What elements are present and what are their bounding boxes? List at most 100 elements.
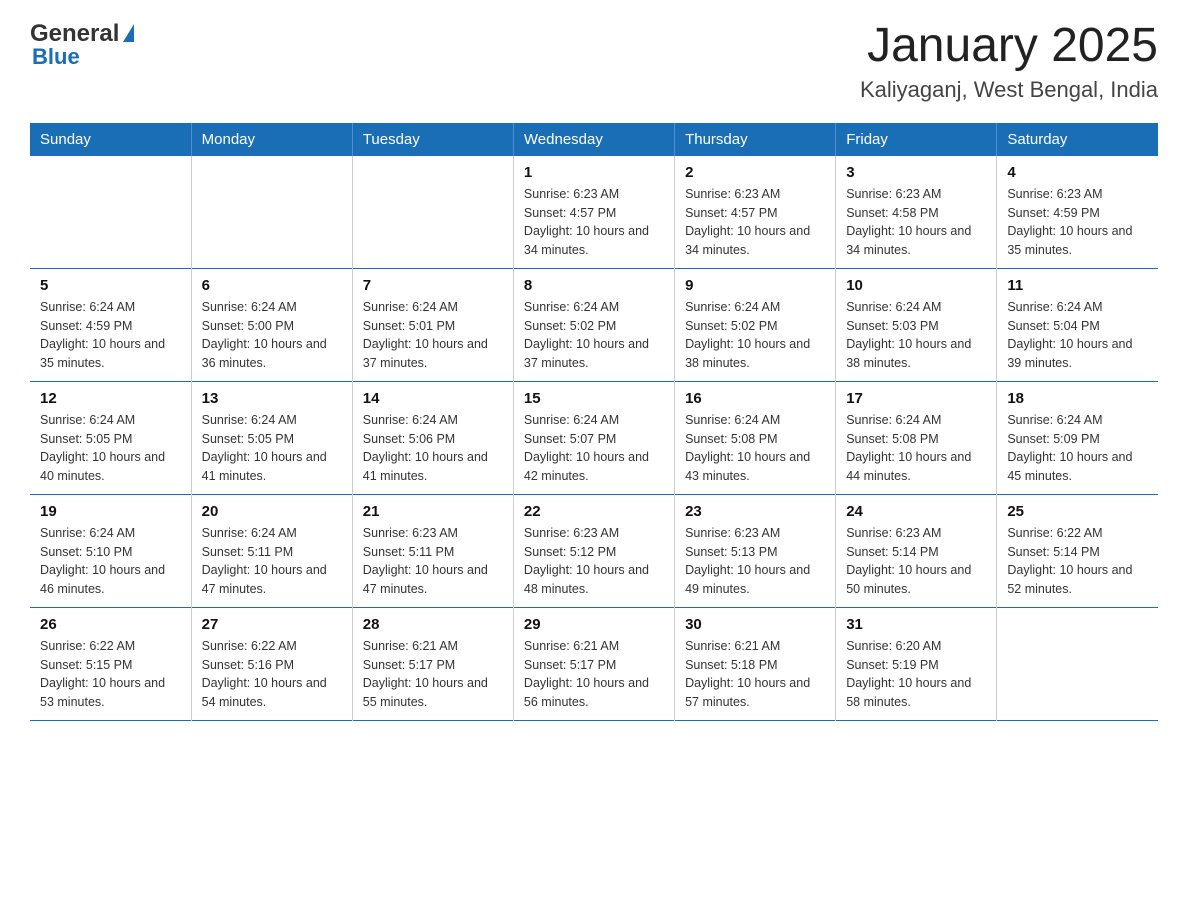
day-number: 20 [202, 503, 342, 520]
day-cell: 2Sunrise: 6:23 AM Sunset: 4:57 PM Daylig… [675, 156, 836, 269]
day-info: Sunrise: 6:21 AM Sunset: 5:17 PM Dayligh… [524, 637, 664, 712]
day-number: 17 [846, 390, 986, 407]
day-info: Sunrise: 6:23 AM Sunset: 5:13 PM Dayligh… [685, 524, 825, 599]
day-info: Sunrise: 6:24 AM Sunset: 5:00 PM Dayligh… [202, 298, 342, 373]
day-cell: 20 Sunrise: 6:24 AM Sunset: 5:11 PM Dayli… [191, 494, 352, 607]
day-number: 29 [524, 616, 664, 633]
col-tuesday: Tuesday [352, 123, 513, 156]
day-info: Sunrise: 6:24 AM Sunset: 5:05 PM Dayligh… [202, 411, 342, 486]
day-info: Sunrise: 6:23 AM Sunset: 4:57 PM Dayligh… [524, 185, 664, 260]
calendar-body: 1 Sunrise: 6:23 AM Sunset: 4:57 PM Daylig… [30, 156, 1158, 721]
day-number: 21 [363, 503, 503, 520]
day-cell: 15 Sunrise: 6:24 AM Sunset: 5:07 PM Dayli… [513, 381, 674, 494]
day-info: Sunrise: 6:23 AM Sunset: 4:58 PM Dayligh… [846, 185, 986, 260]
day-number: 24 [846, 503, 986, 520]
week-row-5: 26 Sunrise: 6:22 AM Sunset: 5:15 PM Dayli… [30, 607, 1158, 720]
logo-blue-text: Blue [32, 44, 80, 70]
day-cell: 27 Sunrise: 6:22 AM Sunset: 5:16 PM Dayli… [191, 607, 352, 720]
day-cell: 25 Sunrise: 6:22 AM Sunset: 5:14 PM Dayli… [997, 494, 1158, 607]
day-number: 1 [524, 164, 664, 181]
day-number: 23 [685, 503, 825, 520]
day-cell: 14Sunrise: 6:24 AM Sunset: 5:06 PM Dayli… [352, 381, 513, 494]
day-cell: 31 Sunrise: 6:20 AM Sunset: 5:19 PM Dayli… [836, 607, 997, 720]
day-info: Sunrise: 6:22 AM Sunset: 5:16 PM Dayligh… [202, 637, 342, 712]
day-info: Sunrise: 6:24 AM Sunset: 5:03 PM Dayligh… [846, 298, 986, 373]
week-row-3: 12Sunrise: 6:24 AM Sunset: 5:05 PM Dayli… [30, 381, 1158, 494]
week-row-1: 1 Sunrise: 6:23 AM Sunset: 4:57 PM Daylig… [30, 156, 1158, 269]
day-number: 27 [202, 616, 342, 633]
day-cell: 23 Sunrise: 6:23 AM Sunset: 5:13 PM Dayli… [675, 494, 836, 607]
day-number: 13 [202, 390, 342, 407]
day-info: Sunrise: 6:24 AM Sunset: 5:02 PM Dayligh… [685, 298, 825, 373]
day-cell: 4 Sunrise: 6:23 AM Sunset: 4:59 PM Daylig… [997, 156, 1158, 269]
day-number: 15 [524, 390, 664, 407]
day-number: 28 [363, 616, 503, 633]
day-info: Sunrise: 6:23 AM Sunset: 5:11 PM Dayligh… [363, 524, 503, 599]
day-cell: 26 Sunrise: 6:22 AM Sunset: 5:15 PM Dayli… [30, 607, 191, 720]
week-row-2: 5 Sunrise: 6:24 AM Sunset: 4:59 PM Daylig… [30, 268, 1158, 381]
page-header: General Blue January 2025 Kaliyaganj, We… [30, 20, 1158, 103]
day-cell: 7 Sunrise: 6:24 AM Sunset: 5:01 PM Daylig… [352, 268, 513, 381]
day-number: 7 [363, 277, 503, 294]
col-friday: Friday [836, 123, 997, 156]
day-cell: 3 Sunrise: 6:23 AM Sunset: 4:58 PM Daylig… [836, 156, 997, 269]
day-cell [191, 156, 352, 269]
day-info: Sunrise: 6:22 AM Sunset: 5:14 PM Dayligh… [1007, 524, 1148, 599]
day-cell: 12Sunrise: 6:24 AM Sunset: 5:05 PM Dayli… [30, 381, 191, 494]
day-info: Sunrise: 6:24 AM Sunset: 5:01 PM Dayligh… [363, 298, 503, 373]
day-info: Sunrise: 6:22 AM Sunset: 5:15 PM Dayligh… [40, 637, 181, 712]
header-row: Sunday Monday Tuesday Wednesday Thursday… [30, 123, 1158, 156]
col-monday: Monday [191, 123, 352, 156]
day-cell [30, 156, 191, 269]
calendar-table: Sunday Monday Tuesday Wednesday Thursday… [30, 123, 1158, 721]
day-cell: 29 Sunrise: 6:21 AM Sunset: 5:17 PM Dayli… [513, 607, 674, 720]
page-title: January 2025 [860, 20, 1158, 73]
day-info: Sunrise: 6:24 AM Sunset: 5:11 PM Dayligh… [202, 524, 342, 599]
day-cell: 21 Sunrise: 6:23 AM Sunset: 5:11 PM Dayli… [352, 494, 513, 607]
day-cell: 8 Sunrise: 6:24 AM Sunset: 5:02 PM Daylig… [513, 268, 674, 381]
day-info: Sunrise: 6:21 AM Sunset: 5:18 PM Dayligh… [685, 637, 825, 712]
day-info: Sunrise: 6:24 AM Sunset: 5:09 PM Dayligh… [1007, 411, 1148, 486]
day-info: Sunrise: 6:24 AM Sunset: 5:07 PM Dayligh… [524, 411, 664, 486]
day-cell [352, 156, 513, 269]
day-number: 25 [1007, 503, 1148, 520]
day-number: 22 [524, 503, 664, 520]
day-cell [997, 607, 1158, 720]
calendar-header: Sunday Monday Tuesday Wednesday Thursday… [30, 123, 1158, 156]
title-block: January 2025 Kaliyaganj, West Bengal, In… [860, 20, 1158, 103]
logo-triangle-icon [123, 24, 134, 42]
day-info: Sunrise: 6:24 AM Sunset: 5:05 PM Dayligh… [40, 411, 181, 486]
col-saturday: Saturday [997, 123, 1158, 156]
day-number: 2 [685, 164, 825, 181]
day-info: Sunrise: 6:24 AM Sunset: 4:59 PM Dayligh… [40, 298, 181, 373]
col-thursday: Thursday [675, 123, 836, 156]
col-wednesday: Wednesday [513, 123, 674, 156]
day-cell: 9Sunrise: 6:24 AM Sunset: 5:02 PM Daylig… [675, 268, 836, 381]
day-cell: 22Sunrise: 6:23 AM Sunset: 5:12 PM Dayli… [513, 494, 674, 607]
day-number: 4 [1007, 164, 1148, 181]
day-cell: 18Sunrise: 6:24 AM Sunset: 5:09 PM Dayli… [997, 381, 1158, 494]
day-number: 30 [685, 616, 825, 633]
day-cell: 19Sunrise: 6:24 AM Sunset: 5:10 PM Dayli… [30, 494, 191, 607]
day-cell: 24Sunrise: 6:23 AM Sunset: 5:14 PM Dayli… [836, 494, 997, 607]
day-info: Sunrise: 6:24 AM Sunset: 5:08 PM Dayligh… [846, 411, 986, 486]
day-number: 6 [202, 277, 342, 294]
day-cell: 11 Sunrise: 6:24 AM Sunset: 5:04 PM Dayli… [997, 268, 1158, 381]
day-number: 31 [846, 616, 986, 633]
day-info: Sunrise: 6:24 AM Sunset: 5:04 PM Dayligh… [1007, 298, 1148, 373]
day-info: Sunrise: 6:20 AM Sunset: 5:19 PM Dayligh… [846, 637, 986, 712]
day-number: 26 [40, 616, 181, 633]
day-number: 3 [846, 164, 986, 181]
day-number: 14 [363, 390, 503, 407]
day-info: Sunrise: 6:24 AM Sunset: 5:02 PM Dayligh… [524, 298, 664, 373]
logo: General Blue [30, 20, 134, 70]
day-cell: 17 Sunrise: 6:24 AM Sunset: 5:08 PM Dayli… [836, 381, 997, 494]
day-number: 10 [846, 277, 986, 294]
day-number: 8 [524, 277, 664, 294]
page-subtitle: Kaliyaganj, West Bengal, India [860, 77, 1158, 103]
day-number: 5 [40, 277, 181, 294]
day-cell: 6 Sunrise: 6:24 AM Sunset: 5:00 PM Daylig… [191, 268, 352, 381]
day-info: Sunrise: 6:23 AM Sunset: 4:59 PM Dayligh… [1007, 185, 1148, 260]
day-number: 11 [1007, 277, 1148, 294]
day-cell: 1 Sunrise: 6:23 AM Sunset: 4:57 PM Daylig… [513, 156, 674, 269]
